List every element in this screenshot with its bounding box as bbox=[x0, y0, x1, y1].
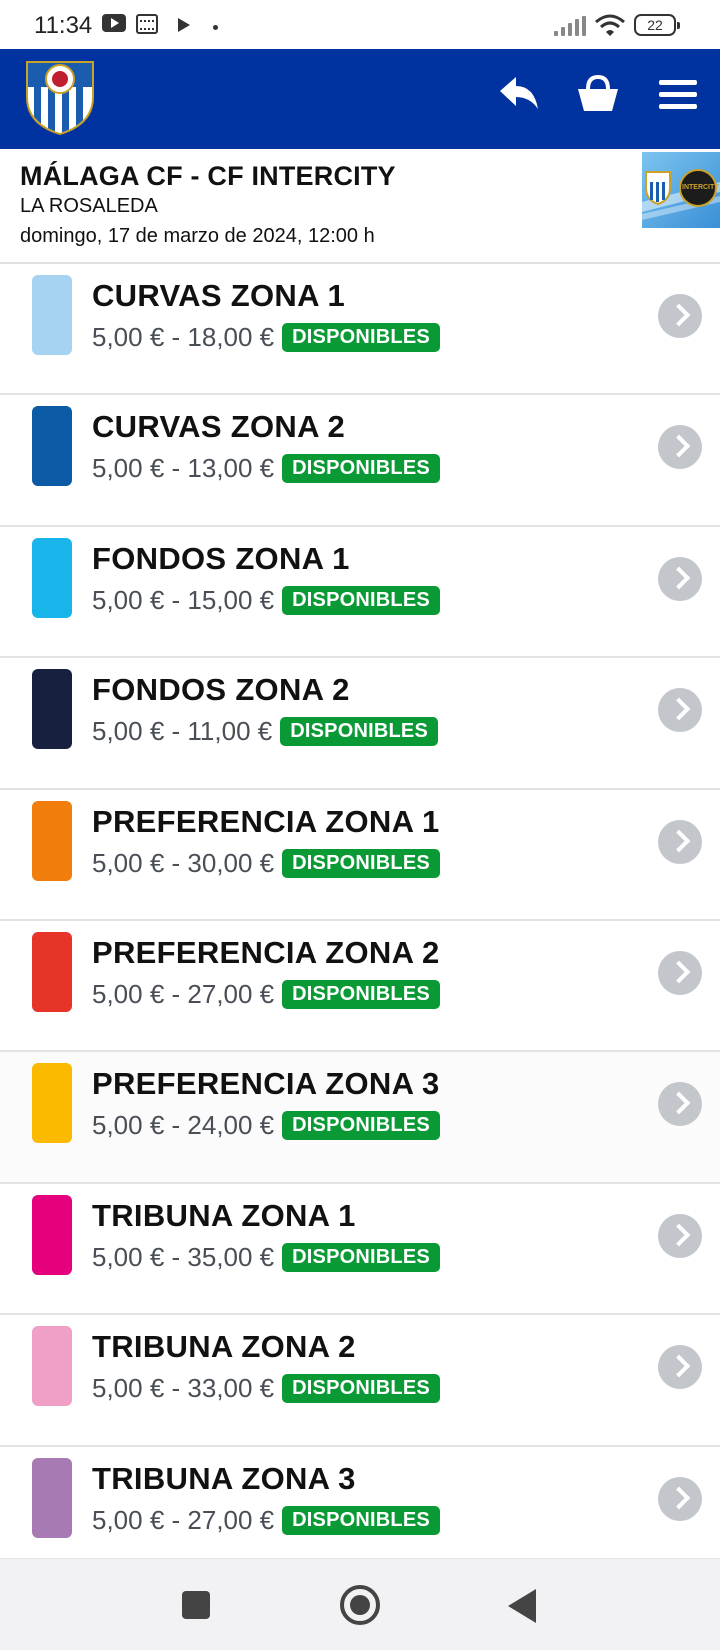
zone-price: 5,00 € - 11,00 € bbox=[92, 716, 273, 747]
availability-badge: DISPONIBLES bbox=[282, 979, 440, 1009]
zone-price-line: 5,00 € - 27,00 € DISPONIBLES bbox=[92, 979, 440, 1010]
menu-button[interactable] bbox=[654, 73, 702, 121]
cart-icon bbox=[576, 74, 620, 120]
zone-name: PREFERENCIA ZONA 2 bbox=[92, 934, 440, 970]
zone-price: 5,00 € - 33,00 € bbox=[92, 1373, 275, 1404]
zone-name: FONDOS ZONA 1 bbox=[92, 540, 350, 576]
signal-icon bbox=[554, 16, 586, 36]
zone-row[interactable]: PREFERENCIA ZONA 1 5,00 € - 30,00 € DISP… bbox=[0, 789, 720, 921]
system-nav-bar bbox=[0, 1558, 720, 1650]
chevron-right-icon[interactable] bbox=[658, 556, 702, 601]
zone-price: 5,00 € - 30,00 € bbox=[92, 847, 275, 878]
status-time: 11:34 bbox=[34, 12, 93, 39]
wifi-icon bbox=[594, 14, 626, 38]
zone-price-line: 5,00 € - 27,00 € DISPONIBLES bbox=[92, 1505, 440, 1536]
availability-badge: DISPONIBLES bbox=[282, 1242, 440, 1272]
zone-price: 5,00 € - 24,00 € bbox=[92, 1110, 275, 1141]
zone-price: 5,00 € - 15,00 € bbox=[92, 584, 275, 615]
notification-dot-icon bbox=[213, 25, 218, 30]
zone-price-line: 5,00 € - 11,00 € DISPONIBLES bbox=[92, 716, 438, 747]
zone-name: PREFERENCIA ZONA 3 bbox=[92, 1066, 440, 1102]
zone-name: PREFERENCIA ZONA 1 bbox=[92, 803, 440, 839]
zone-row[interactable]: FONDOS ZONA 1 5,00 € - 15,00 € DISPONIBL… bbox=[0, 526, 720, 659]
zone-name: CURVAS ZONA 2 bbox=[92, 409, 346, 445]
zone-list: CURVAS ZONA 1 5,00 € - 18,00 € DISPONIBL… bbox=[0, 264, 720, 1578]
zone-price-line: 5,00 € - 33,00 € DISPONIBLES bbox=[92, 1373, 440, 1404]
event-thumbnail: INTERCITY bbox=[642, 152, 720, 228]
availability-badge: DISPONIBLES bbox=[282, 585, 440, 615]
malaga-cf-logo[interactable] bbox=[24, 57, 96, 135]
zone-price: 5,00 € - 18,00 € bbox=[92, 322, 275, 352]
chevron-right-icon[interactable] bbox=[658, 1082, 702, 1127]
zone-color-swatch bbox=[32, 1194, 72, 1275]
play-store-icon bbox=[178, 18, 190, 32]
zone-name: CURVAS ZONA 1 bbox=[92, 278, 346, 313]
availability-badge: DISPONIBLES bbox=[282, 1111, 440, 1141]
battery-icon: 22 bbox=[634, 14, 680, 36]
chevron-right-icon[interactable] bbox=[658, 1213, 702, 1258]
zone-name: TRIBUNA ZONA 1 bbox=[92, 1197, 356, 1233]
menu-icon bbox=[659, 79, 697, 116]
zone-price-line: 5,00 € - 30,00 € DISPONIBLES bbox=[92, 848, 440, 879]
zone-price-line: 5,00 € - 15,00 € DISPONIBLES bbox=[92, 585, 440, 616]
zone-price: 5,00 € - 35,00 € bbox=[92, 1241, 275, 1272]
event-venue: LA ROSALEDA bbox=[20, 195, 158, 217]
zone-price-line: 5,00 € - 18,00 € DISPONIBLES bbox=[92, 322, 440, 353]
chevron-right-icon[interactable] bbox=[658, 819, 702, 864]
tv-icon bbox=[136, 14, 158, 34]
zone-price: 5,00 € - 13,00 € bbox=[92, 453, 275, 484]
zone-name: TRIBUNA ZONA 3 bbox=[92, 1460, 356, 1496]
youtube-icon bbox=[102, 14, 126, 32]
zone-row[interactable]: TRIBUNA ZONA 2 5,00 € - 33,00 € DISPONIB… bbox=[0, 1315, 720, 1447]
chevron-right-icon[interactable] bbox=[658, 425, 702, 470]
zone-name: TRIBUNA ZONA 2 bbox=[92, 1329, 356, 1365]
back-button[interactable] bbox=[494, 73, 542, 121]
zone-row[interactable]: CURVAS ZONA 2 5,00 € - 13,00 € DISPONIBL… bbox=[0, 395, 720, 527]
back-icon bbox=[496, 75, 540, 120]
thumbnail-label: INTERCITY bbox=[682, 184, 719, 191]
event-date: domingo, 17 de marzo de 2024, 12:00 h bbox=[20, 225, 375, 247]
zone-row[interactable]: TRIBUNA ZONA 1 5,00 € - 35,00 € DISPONIB… bbox=[0, 1183, 720, 1316]
zone-price-line: 5,00 € - 24,00 € DISPONIBLES bbox=[92, 1110, 440, 1141]
home-icon[interactable] bbox=[340, 1585, 380, 1625]
event-info: MÁLAGA CF - CF INTERCITY LA ROSALEDA dom… bbox=[0, 149, 720, 264]
zone-color-swatch bbox=[32, 1063, 72, 1144]
status-bar: 11:34 22 bbox=[0, 0, 720, 49]
zone-color-swatch bbox=[32, 931, 72, 1012]
event-title: MÁLAGA CF - CF INTERCITY bbox=[20, 161, 396, 191]
recents-icon[interactable] bbox=[182, 1591, 210, 1619]
zone-color-swatch bbox=[32, 537, 72, 618]
chevron-right-icon[interactable] bbox=[658, 688, 702, 733]
zone-color-swatch bbox=[32, 669, 72, 750]
chevron-right-icon[interactable] bbox=[658, 1476, 702, 1521]
zone-price-line: 5,00 € - 13,00 € DISPONIBLES bbox=[92, 453, 440, 484]
zone-color-swatch bbox=[32, 406, 72, 487]
zone-color-swatch bbox=[32, 800, 72, 881]
availability-badge: DISPONIBLES bbox=[280, 717, 438, 747]
zone-row[interactable]: PREFERENCIA ZONA 3 5,00 € - 24,00 € DISP… bbox=[0, 1052, 720, 1184]
app-header bbox=[0, 49, 720, 149]
zone-name: FONDOS ZONA 2 bbox=[92, 672, 350, 708]
zone-row[interactable]: CURVAS ZONA 1 5,00 € - 18,00 € DISPONIBL… bbox=[0, 264, 720, 396]
chevron-right-icon[interactable] bbox=[658, 1345, 702, 1390]
availability-badge: DISPONIBLES bbox=[282, 1505, 440, 1535]
availability-badge: DISPONIBLES bbox=[282, 323, 440, 352]
chevron-right-icon[interactable] bbox=[658, 950, 702, 995]
availability-badge: DISPONIBLES bbox=[282, 848, 440, 878]
zone-price: 5,00 € - 27,00 € bbox=[92, 978, 275, 1009]
zone-row[interactable]: PREFERENCIA ZONA 2 5,00 € - 27,00 € DISP… bbox=[0, 920, 720, 1053]
zone-color-swatch bbox=[32, 275, 72, 355]
zone-color-swatch bbox=[32, 1457, 72, 1538]
availability-badge: DISPONIBLES bbox=[282, 1374, 440, 1404]
zone-row[interactable]: FONDOS ZONA 2 5,00 € - 11,00 € DISPONIBL… bbox=[0, 658, 720, 790]
availability-badge: DISPONIBLES bbox=[282, 454, 440, 484]
zone-color-swatch bbox=[32, 1326, 72, 1407]
zone-price-line: 5,00 € - 35,00 € DISPONIBLES bbox=[92, 1242, 440, 1273]
back-nav-icon[interactable] bbox=[508, 1589, 536, 1623]
chevron-right-icon[interactable] bbox=[658, 294, 702, 338]
cart-button[interactable] bbox=[574, 73, 622, 121]
zone-price: 5,00 € - 27,00 € bbox=[92, 1504, 275, 1535]
